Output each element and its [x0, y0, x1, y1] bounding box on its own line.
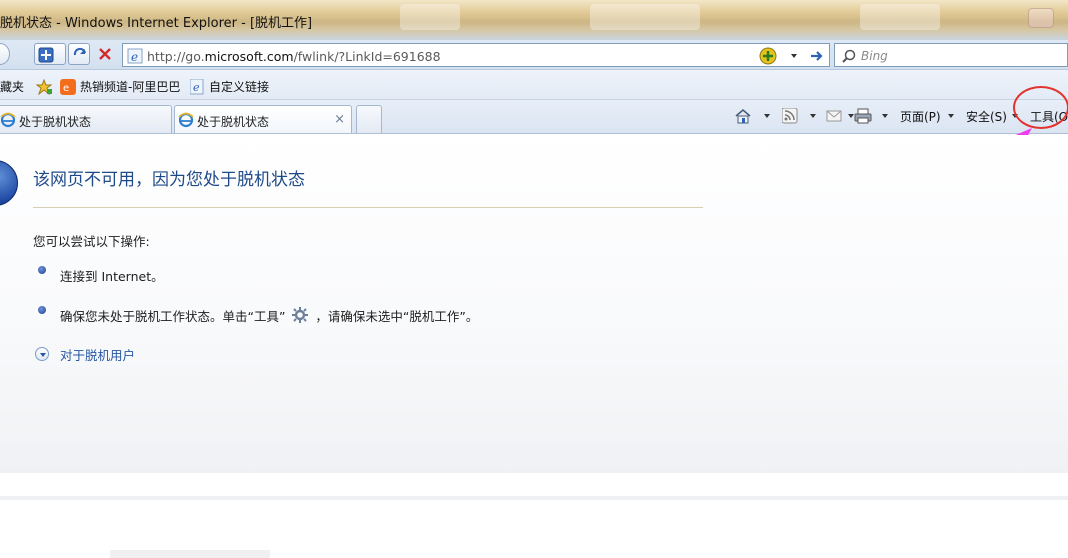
tab-offline-1[interactable]: 处于脱机状态	[0, 105, 172, 133]
gear-icon	[292, 307, 309, 323]
tab-label: 处于脱机状态	[19, 115, 92, 129]
alibaba-favicon-icon: e	[60, 79, 76, 95]
search-icon	[842, 49, 856, 63]
favorites-bar: 藏夹 e 热销频道-阿里巴巴 e 自定义链接	[0, 70, 1068, 100]
svg-text:e: e	[193, 81, 200, 94]
page-heading: 该网页不可用，因为您处于脱机状态	[33, 170, 305, 190]
offline-error-page: 该网页不可用，因为您处于脱机状态 您可以尝试以下操作: 连接到 Internet…	[0, 135, 1068, 473]
ie-logo-icon	[178, 112, 194, 128]
title-bar-glare	[400, 4, 460, 30]
refresh-button[interactable]	[68, 43, 90, 65]
feed-dropdown-icon[interactable]	[810, 114, 816, 118]
mail-icon[interactable]	[826, 108, 842, 124]
address-dropdown-icon[interactable]	[791, 54, 797, 58]
offline-users-link[interactable]: 对于脱机用户	[60, 345, 135, 364]
ie-page-icon: e	[127, 48, 143, 64]
new-tab-button[interactable]	[356, 105, 382, 133]
refresh-icon	[73, 47, 86, 56]
go-arrow-icon[interactable]	[809, 48, 825, 64]
bullet-icon	[38, 266, 46, 274]
address-toolbar: e http://go.microsoft.com/fwlink/?LinkId…	[0, 40, 1068, 70]
home-dropdown-icon[interactable]	[764, 114, 770, 118]
tab-offline-2[interactable]: 处于脱机状态 ×	[174, 105, 352, 133]
heading-divider	[33, 207, 703, 208]
suggestion-connect: 连接到 Internet。	[60, 269, 164, 284]
bullet-icon	[38, 306, 46, 314]
tab-close-icon[interactable]: ×	[334, 112, 345, 127]
favorite-link-alibaba[interactable]: 热销频道-阿里巴巴	[80, 78, 180, 95]
address-bar[interactable]: e http://go.microsoft.com/fwlink/?LinkId…	[122, 43, 830, 67]
compatibility-view-button[interactable]	[34, 43, 66, 65]
expand-chevron-icon[interactable]	[35, 347, 49, 361]
address-url[interactable]: http://go.microsoft.com/fwlink/?LinkId=6…	[147, 49, 441, 64]
ie-page-icon: e	[190, 79, 204, 95]
faded-footer-text	[110, 550, 270, 558]
favorite-link-custom[interactable]: 自定义链接	[209, 78, 269, 95]
search-placeholder: Bing	[861, 49, 888, 63]
favorites-folder[interactable]: 藏夹	[0, 78, 24, 95]
svg-text:e: e	[131, 50, 138, 64]
title-bar-glare	[590, 4, 700, 30]
stop-button[interactable]	[94, 43, 116, 65]
compatibility-icon[interactable]	[759, 47, 777, 65]
home-icon[interactable]	[734, 108, 752, 124]
add-favorite-star-icon[interactable]	[36, 79, 52, 95]
content-bottom-divider	[0, 496, 1068, 500]
svg-text:e: e	[63, 83, 69, 94]
title-bar: 脱机状态 - Windows Internet Explorer - [脱机工作…	[0, 0, 1068, 40]
suggestion-offline-mode: 确保您未处于脱机工作状态。单击“工具” ，请确保未选中“脱机工作”。	[60, 307, 479, 324]
print-icon[interactable]	[854, 108, 872, 124]
stop-icon	[99, 48, 111, 60]
ie-logo-icon	[0, 112, 16, 128]
search-box[interactable]: Bing	[834, 43, 1068, 67]
shield-plus-icon	[38, 47, 54, 63]
tab-label: 处于脱机状态	[197, 115, 270, 129]
window-title: 脱机状态 - Windows Internet Explorer - [脱机工作…	[0, 16, 313, 31]
title-bar-glare	[860, 4, 940, 30]
forward-button[interactable]	[0, 43, 10, 65]
info-globe-icon	[0, 160, 18, 206]
suggestions-intro: 您可以尝试以下操作:	[33, 234, 150, 249]
window-close-button[interactable]	[1028, 8, 1054, 28]
rss-feed-icon[interactable]	[782, 108, 798, 124]
